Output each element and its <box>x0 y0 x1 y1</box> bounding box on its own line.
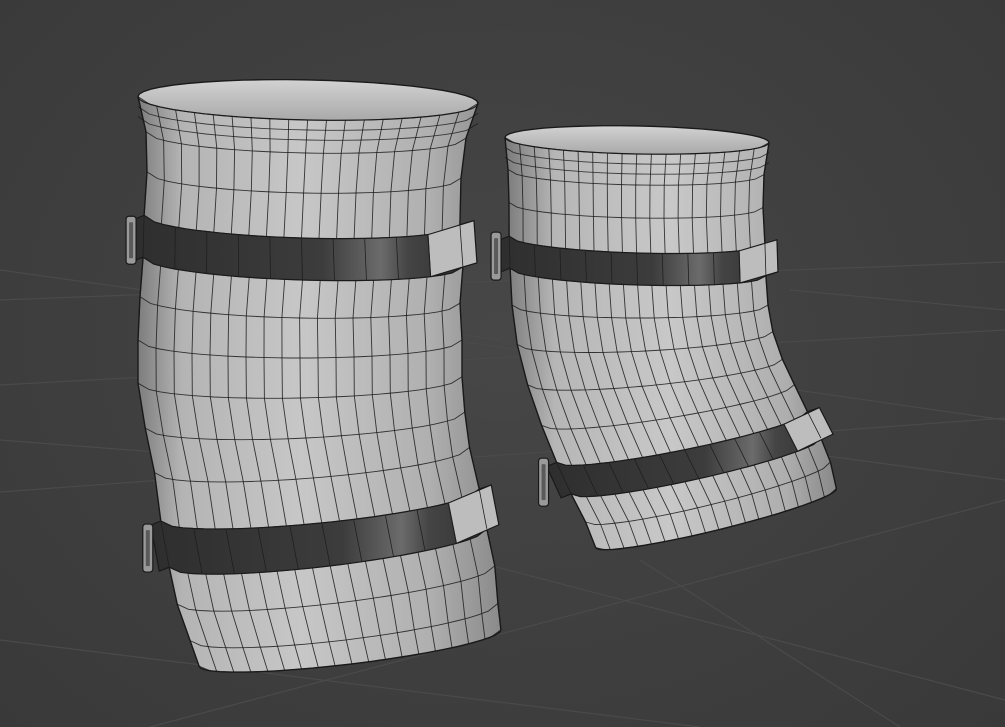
buckle-slot <box>494 238 499 275</box>
buckle-slot <box>145 530 150 567</box>
grid-line <box>469 559 1005 701</box>
buckle-slot <box>541 464 546 501</box>
pad-surface <box>504 125 838 551</box>
grid-line <box>789 289 1005 311</box>
knee-pad-left[interactable] <box>125 78 502 673</box>
buckle-slot <box>129 222 134 259</box>
grid-line <box>639 559 901 727</box>
knee-pad-right[interactable] <box>490 125 838 551</box>
3d-viewport[interactable] <box>0 0 1005 727</box>
viewport-scene[interactable] <box>0 0 1005 727</box>
